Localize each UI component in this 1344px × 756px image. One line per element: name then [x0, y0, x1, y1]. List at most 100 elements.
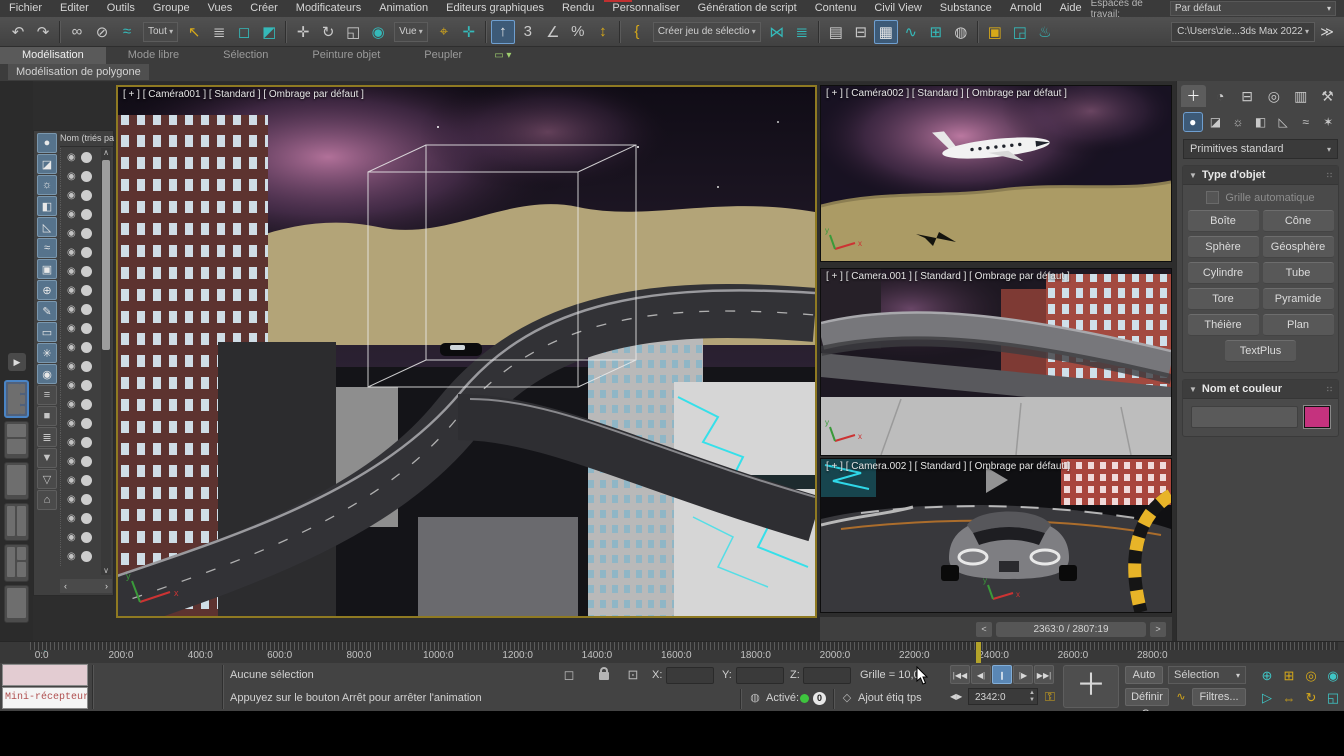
- explorer-row[interactable]: ◉: [60, 148, 100, 167]
- visibility-eye-icon[interactable]: ◉: [67, 171, 76, 182]
- object-color-dot-icon[interactable]: [81, 285, 92, 296]
- mirror-icon[interactable]: ⋈: [765, 20, 789, 44]
- visibility-eye-icon[interactable]: ◉: [67, 475, 76, 486]
- bind-to-space-warp-icon[interactable]: ≈: [115, 20, 139, 44]
- rendered-frame-window-icon[interactable]: ◲: [1008, 20, 1032, 44]
- pause-button[interactable]: ∥: [992, 665, 1012, 684]
- undo-icon[interactable]: ↶: [6, 20, 30, 44]
- helpers-filter-icon[interactable]: ◺: [37, 217, 57, 237]
- tab-selection[interactable]: Sélection: [201, 47, 290, 64]
- material-editor-icon[interactable]: ◍: [949, 20, 973, 44]
- select-and-scale-icon[interactable]: ◱: [341, 20, 365, 44]
- viewport-label[interactable]: [ + ] [ Camera.002 ] [ Standard ] [ Ombr…: [826, 461, 1070, 472]
- object-color-swatch[interactable]: [1304, 406, 1330, 428]
- tab-modelisation[interactable]: Modélisation: [0, 47, 106, 64]
- object-name-field[interactable]: [1191, 406, 1298, 428]
- mini-listener-label[interactable]: Mini-récepteur: [2, 687, 88, 709]
- shapes-filter-icon[interactable]: ◪: [37, 154, 57, 174]
- primitive-button[interactable]: Géosphère: [1263, 236, 1334, 258]
- menu-item[interactable]: Personnaliser: [603, 0, 688, 17]
- properties-view-icon[interactable]: ≣: [37, 427, 57, 447]
- explorer-row[interactable]: ◉: [60, 319, 100, 338]
- visibility-eye-icon[interactable]: ◉: [67, 247, 76, 258]
- object-color-dot-icon[interactable]: [81, 380, 92, 391]
- cat-geometry[interactable]: ●: [1183, 112, 1203, 132]
- primitive-button[interactable]: Cylindre: [1188, 262, 1259, 284]
- select-and-link-icon[interactable]: ∞: [65, 20, 89, 44]
- previous-clip-button[interactable]: <: [976, 622, 992, 637]
- filter-icon[interactable]: ▼: [37, 448, 57, 468]
- visibility-eye-icon[interactable]: ◉: [67, 532, 76, 543]
- layout-preset[interactable]: [4, 544, 29, 582]
- explorer-name-column-header[interactable]: Nom (triés pa: [60, 131, 114, 147]
- layout-preset[interactable]: [4, 585, 29, 623]
- materials-filter-icon[interactable]: ■: [37, 406, 57, 426]
- scroll-up-icon[interactable]: ∧: [101, 148, 111, 157]
- cat-cameras[interactable]: ◧: [1251, 112, 1271, 132]
- field-of-view-icon[interactable]: ▷: [1256, 687, 1278, 709]
- explorer-vertical-scrollbar[interactable]: ∧ ∨: [101, 148, 111, 575]
- explorer-row[interactable]: ◉: [60, 243, 100, 262]
- layout-preset[interactable]: [4, 503, 29, 541]
- absolute-mode-icon[interactable]: ⊡: [624, 666, 642, 684]
- explorer-row[interactable]: ◉: [60, 471, 100, 490]
- window-crossing-icon[interactable]: ◩: [257, 20, 281, 44]
- tab-display[interactable]: ▥: [1288, 85, 1313, 107]
- visibility-eye-icon[interactable]: ◉: [67, 380, 76, 391]
- list-view-icon[interactable]: ≡: [37, 385, 57, 405]
- object-color-dot-icon[interactable]: [81, 304, 92, 315]
- explorer-row[interactable]: ◉: [60, 395, 100, 414]
- y-coordinate-field[interactable]: [736, 667, 784, 684]
- go-to-end-button[interactable]: ▶▶|: [1034, 665, 1054, 684]
- scroll-left-icon[interactable]: ‹: [64, 581, 67, 591]
- key-filter-dropdown[interactable]: Sélection ▾: [1168, 666, 1246, 684]
- visibility-eye-icon[interactable]: ◉: [67, 285, 76, 296]
- tab-modify[interactable]: ◔: [1208, 85, 1233, 107]
- viewport-camera001[interactable]: x y [ + ] [ Caméra001 ] [ Standard ] [ O…: [116, 85, 817, 618]
- tab-polygon-modeling[interactable]: Modélisation de polygone: [8, 64, 149, 80]
- selection-filter-dropdown[interactable]: Tout: [143, 22, 178, 42]
- z-coordinate-field[interactable]: [803, 667, 851, 684]
- set-keys-button[interactable]: ＋: [1063, 665, 1119, 708]
- zoom-icon[interactable]: ⊕: [1256, 665, 1278, 687]
- visibility-eye-icon[interactable]: ◉: [67, 342, 76, 353]
- primitive-button[interactable]: Sphère: [1188, 236, 1259, 258]
- isolate-selection-icon[interactable]: ◻: [560, 666, 578, 684]
- visibility-eye-icon[interactable]: ◉: [67, 418, 76, 429]
- object-type-rollout-header[interactable]: ▼ Type d'objet ∷: [1183, 166, 1338, 185]
- ribbon-overflow-icon[interactable]: ▭ ▾: [494, 48, 511, 64]
- explorer-row[interactable]: ◉: [60, 547, 100, 566]
- render-setup-icon[interactable]: ▣: [983, 20, 1007, 44]
- object-color-dot-icon[interactable]: [81, 399, 92, 410]
- visibility-eye-icon[interactable]: ◉: [67, 437, 76, 448]
- align-icon[interactable]: ≣: [790, 20, 814, 44]
- explorer-row[interactable]: ◉: [60, 357, 100, 376]
- object-color-dot-icon[interactable]: [81, 190, 92, 201]
- x-coordinate-field[interactable]: [666, 667, 714, 684]
- object-color-dot-icon[interactable]: [81, 418, 92, 429]
- explorer-row[interactable]: ◉: [60, 376, 100, 395]
- object-color-dot-icon[interactable]: [81, 171, 92, 182]
- toggle-layer-explorer-icon[interactable]: ⊟: [849, 20, 873, 44]
- cameras-filter-icon[interactable]: ◧: [37, 196, 57, 216]
- explorer-row[interactable]: ◉: [60, 509, 100, 528]
- key-step-icons[interactable]: ◀▶: [950, 692, 962, 701]
- menu-item[interactable]: Substance: [931, 0, 1001, 17]
- explorer-horizontal-scrollbar[interactable]: ‹ ›: [60, 579, 112, 593]
- zoom-all-icon[interactable]: ⊞: [1278, 665, 1300, 687]
- primitives-dropdown[interactable]: Primitives standard ▾: [1183, 139, 1338, 159]
- key-tangent-icon[interactable]: ∿: [1172, 688, 1190, 706]
- next-frame-button[interactable]: |▶: [1013, 665, 1033, 684]
- filter-selected-icon[interactable]: ▽: [37, 469, 57, 489]
- explorer-row[interactable]: ◉: [60, 262, 100, 281]
- tab-peupler[interactable]: Peupler: [402, 47, 484, 64]
- object-color-dot-icon[interactable]: [81, 437, 92, 448]
- maximize-viewport-icon[interactable]: ◱: [1322, 687, 1344, 709]
- explorer-row[interactable]: ◉: [60, 224, 100, 243]
- create-selection-set-dropdown[interactable]: Créer jeu de sélectio: [653, 22, 761, 42]
- menu-item[interactable]: Outils: [98, 0, 144, 17]
- redo-icon[interactable]: ↷: [31, 20, 55, 44]
- primitive-button[interactable]: Plan: [1263, 314, 1334, 336]
- zoom-extents-all-icon[interactable]: ◉: [1322, 665, 1344, 687]
- name-color-rollout-header[interactable]: ▼ Nom et couleur ∷: [1183, 380, 1338, 399]
